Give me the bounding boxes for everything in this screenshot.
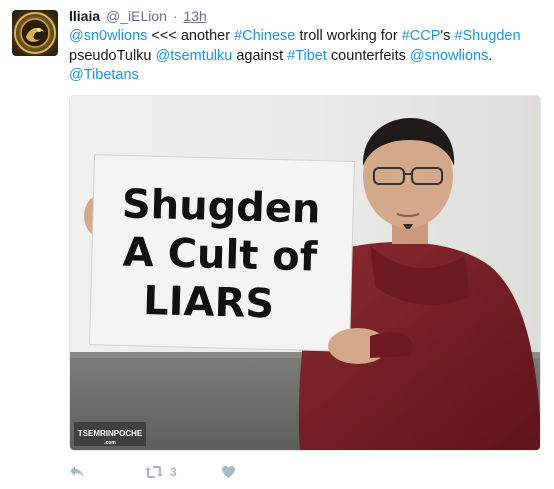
photo: Shugden A Cult of LIARS TSEMRINPOCHE .co… [70,96,540,450]
tweet-text-segment: troll working for [295,28,402,44]
hashtag-link[interactable]: #CCP [402,28,441,44]
tweet-timestamp[interactable]: 13h [183,8,206,24]
sign-line-3: LIARS [143,278,275,327]
display-name[interactable]: lliaia [69,8,100,24]
like-button[interactable] [221,465,236,479]
tweet-text-segment: against [232,47,288,64]
reply-icon [70,466,84,478]
tweet-text: @sn0wlions <<< another #Chinese troll wo… [69,27,539,86]
tweet-text-segment: . [488,47,493,64]
tweet-text-segment: <<< another [147,28,235,44]
retweet-icon [145,466,163,478]
tweet-actions: 3 [69,462,236,482]
tweet: lliaia @_iELion · 13h @sn0wlions <<< ano… [0,0,554,489]
sign-line-2: A Cult of [122,229,318,280]
sign-line-1: Shugden [121,181,321,232]
tweet-header: lliaia @_iELion · 13h [69,8,207,24]
mention-link[interactable]: @tsemtulku [156,48,233,64]
tweet-text-segment: 's [440,28,455,44]
mention-link[interactable]: @Tibetans [69,67,139,83]
header-separator: · [172,8,178,24]
avatar[interactable] [12,10,58,56]
user-handle[interactable]: @_iELion [106,8,167,24]
retweet-count: 3 [170,465,177,479]
tweet-image[interactable]: Shugden A Cult of LIARS TSEMRINPOCHE .co… [69,95,541,451]
mention-link[interactable]: @sn0wlions [69,28,147,44]
hashtag-link[interactable]: #Shugden [454,28,520,44]
retweet-button[interactable]: 3 [144,465,177,479]
hashtag-link[interactable]: #Tibet [287,48,327,64]
tweet-text-segment: counterfeits [326,47,410,64]
mention-link[interactable]: @snowlions [410,48,488,64]
avatar-emblem-icon [14,12,56,54]
watermark-text: TSEMRINPOCHE [78,429,143,438]
tweet-text-segment: pseudoTulku [69,47,156,64]
hashtag-link[interactable]: #Chinese [234,28,295,44]
watermark-subtext: .com [104,440,116,446]
reply-button[interactable] [69,465,89,479]
heart-icon [221,466,235,478]
